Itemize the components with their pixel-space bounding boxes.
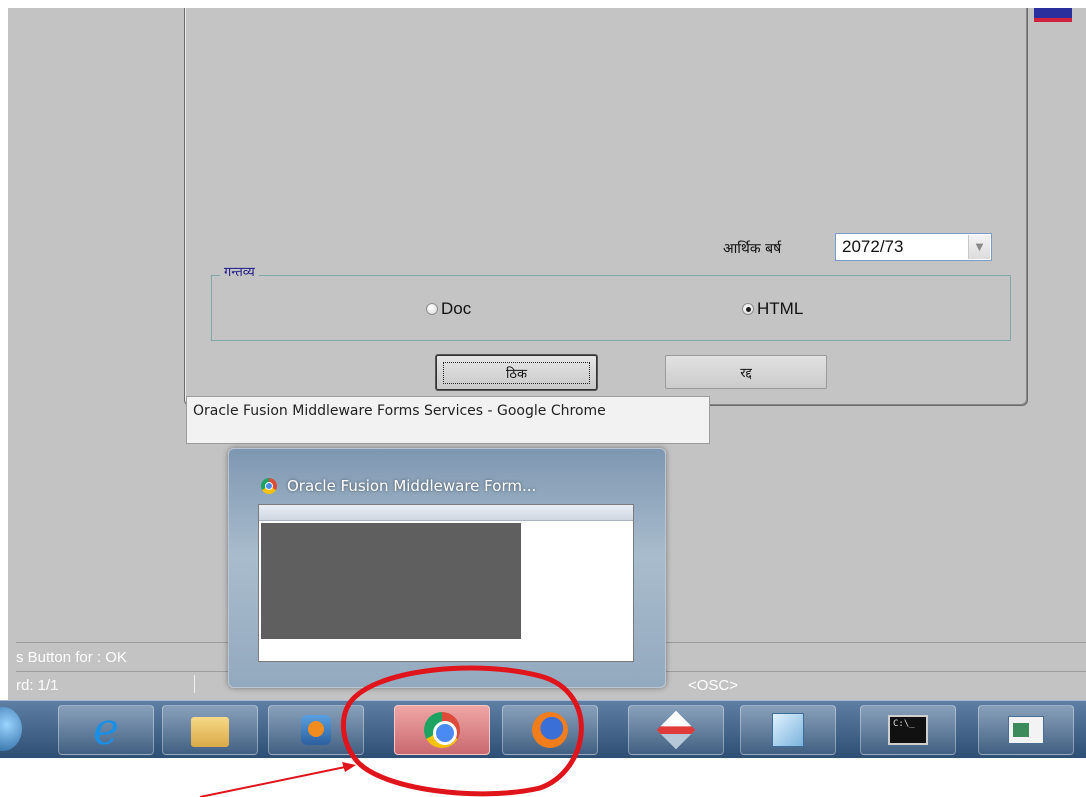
thumbnail-content <box>261 523 521 639</box>
start-button[interactable] <box>0 707 22 751</box>
firefox-icon <box>532 712 568 748</box>
cancel-button[interactable]: रद्द <box>665 355 827 389</box>
chrome-thumbnail-preview[interactable]: Oracle Fusion Middleware Form... <box>228 448 666 688</box>
internet-explorer-icon: e <box>92 704 120 755</box>
thumbnail-toolbar <box>259 505 633 521</box>
fiscal-year-label: आर्थिक बर्ष <box>723 241 782 257</box>
taskbar: e C:\_ <box>0 700 1086 758</box>
red-arrow-line <box>199 765 351 797</box>
flag-icon <box>1034 8 1072 22</box>
taskbar-ie[interactable]: e <box>58 705 154 755</box>
status-message: s Button for : OK <box>16 649 127 666</box>
taskbar-explorer[interactable] <box>162 705 258 755</box>
notepad-icon <box>772 713 804 747</box>
report-dialog: आर्थिक बर्ष 2072/73 ▼ गन्तव्य Doc HTML ठ… <box>184 8 1028 406</box>
destination-legend: गन्तव्य <box>220 262 259 280</box>
taskbar-notepad[interactable] <box>740 705 836 755</box>
taskbar-media-player[interactable] <box>268 705 364 755</box>
taskbar-cmd[interactable]: C:\_ <box>860 705 956 755</box>
radio-doc[interactable]: Doc <box>426 299 471 319</box>
radio-html-dot[interactable] <box>742 303 754 315</box>
command-prompt-icon: C:\_ <box>888 715 928 745</box>
thumbnail-title-text: Oracle Fusion Middleware Form... <box>287 477 537 495</box>
taskbar-tool[interactable] <box>628 705 724 755</box>
status-field-divider <box>194 675 195 693</box>
taskbar-window[interactable] <box>978 705 1074 755</box>
ok-button-label: ठिक <box>443 361 590 384</box>
destination-group: गन्तव्य Doc HTML <box>211 262 1011 341</box>
chrome-icon <box>261 478 277 494</box>
chevron-down-icon[interactable]: ▼ <box>968 235 990 259</box>
windows-explorer-icon <box>191 717 229 747</box>
fiscal-year-select[interactable]: 2072/73 ▼ <box>835 233 992 261</box>
radio-doc-dot[interactable] <box>426 303 438 315</box>
red-arrow-head <box>342 762 356 772</box>
tool-icon <box>656 710 696 750</box>
taskbar-chrome[interactable] <box>394 705 490 755</box>
record-count: rd: 1/1 <box>16 677 59 694</box>
radio-doc-label: Doc <box>441 299 472 318</box>
media-player-icon <box>301 715 331 745</box>
taskbar-firefox[interactable] <box>502 705 598 755</box>
thumbnail-title: Oracle Fusion Middleware Form... <box>261 477 536 495</box>
radio-html-label: HTML <box>757 299 804 318</box>
ok-button[interactable]: ठिक <box>436 355 597 390</box>
radio-html[interactable]: HTML <box>742 299 803 319</box>
fiscal-year-value: 2072/73 <box>842 237 904 256</box>
taskbar-tooltip: Oracle Fusion Middleware Forms Services … <box>186 396 710 444</box>
thumbnail-image[interactable] <box>258 504 634 662</box>
window-icon <box>1008 716 1044 744</box>
status-mode: <OSC> <box>688 677 739 694</box>
chrome-icon <box>424 712 460 748</box>
